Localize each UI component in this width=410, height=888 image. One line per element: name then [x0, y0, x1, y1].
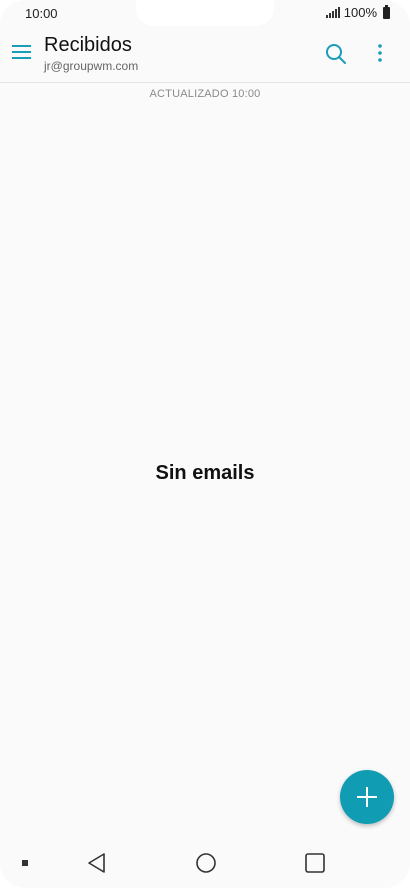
account-email: jr@groupwm.com [44, 59, 139, 73]
status-indicators: 100% [325, 4, 390, 20]
more-vertical-icon[interactable] [370, 42, 390, 66]
phone-screen: 10:00 100% Recibidos jr@groupwm.com ACTU… [0, 0, 410, 888]
search-icon[interactable] [324, 42, 348, 66]
empty-inbox-message: Sin emails [155, 462, 255, 484]
home-button[interactable] [195, 852, 217, 879]
home-circle-icon [196, 853, 216, 873]
recent-square-icon [305, 853, 325, 873]
status-bar: 10:00 100% [0, 0, 410, 26]
compose-button[interactable] [340, 770, 394, 824]
battery-icon [383, 4, 390, 19]
plus-icon [357, 787, 377, 807]
hamburger-menu-icon[interactable] [12, 45, 31, 60]
navigation-bar [0, 840, 410, 888]
status-time: 10:00 [25, 6, 58, 21]
signal-icon [325, 7, 340, 18]
app-header: Recibidos jr@groupwm.com [0, 26, 410, 83]
back-button[interactable] [86, 852, 108, 879]
back-triangle-icon [88, 853, 105, 873]
last-updated-label: ACTUALIZADO 10:00 [149, 88, 261, 100]
recent-apps-button[interactable] [304, 852, 326, 879]
nav-indicator-dot [22, 860, 28, 866]
display-notch [136, 0, 274, 26]
page-title: Recibidos [44, 34, 132, 56]
battery-percent: 100% [343, 5, 377, 20]
